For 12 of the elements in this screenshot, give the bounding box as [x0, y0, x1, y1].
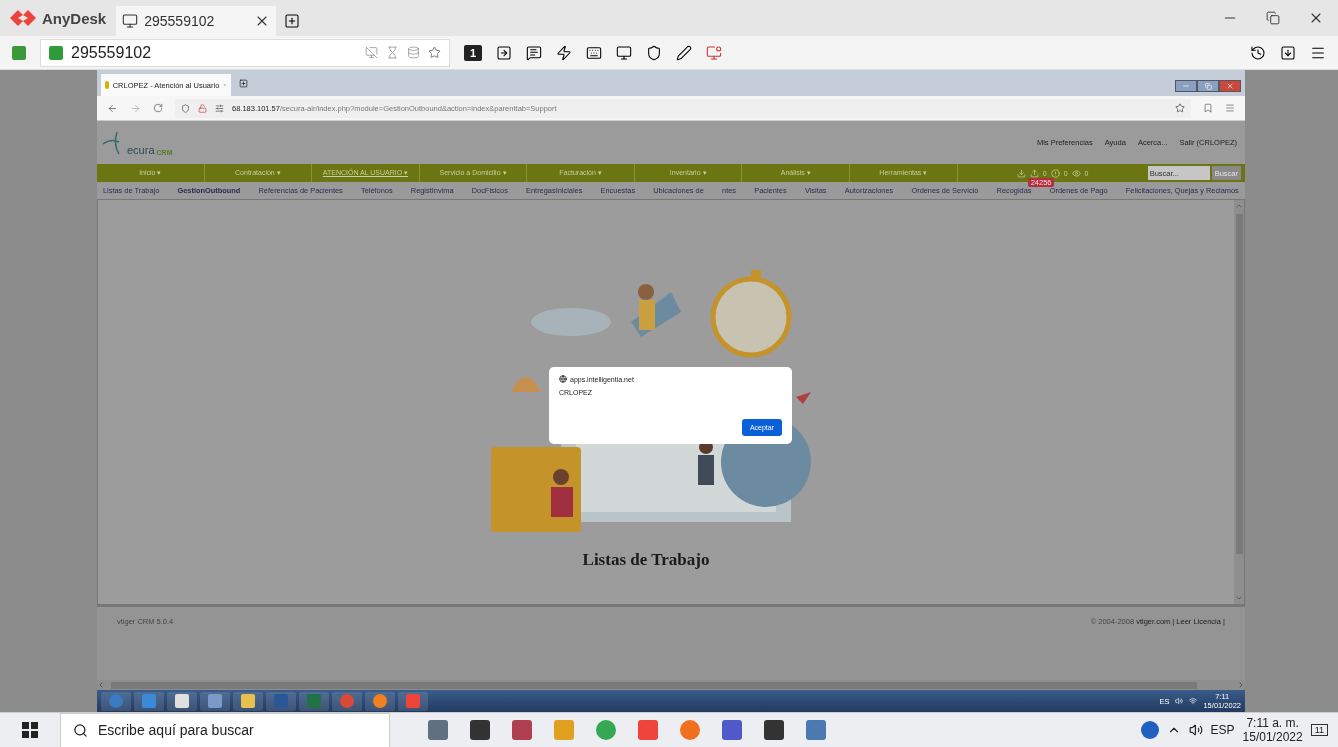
- tab-title: 295559102: [144, 13, 215, 29]
- search-field[interactable]: Escribe aquí para buscar: [60, 712, 390, 747]
- page-heading: Listas de Trabajo: [582, 550, 710, 570]
- session-tab[interactable]: 295559102: [116, 6, 277, 36]
- notification-count[interactable]: 11: [1310, 724, 1328, 736]
- logo-text: ecura: [127, 143, 155, 156]
- address-field[interactable]: 295559102: [40, 38, 450, 67]
- display-button[interactable]: 1: [464, 44, 483, 61]
- app-name: AnyDesk: [42, 9, 107, 27]
- language-indicator[interactable]: ESP: [1210, 723, 1235, 737]
- address-text: 295559102: [71, 43, 152, 62]
- clock[interactable]: 7:11 a. m. 15/01/2022: [1242, 716, 1303, 744]
